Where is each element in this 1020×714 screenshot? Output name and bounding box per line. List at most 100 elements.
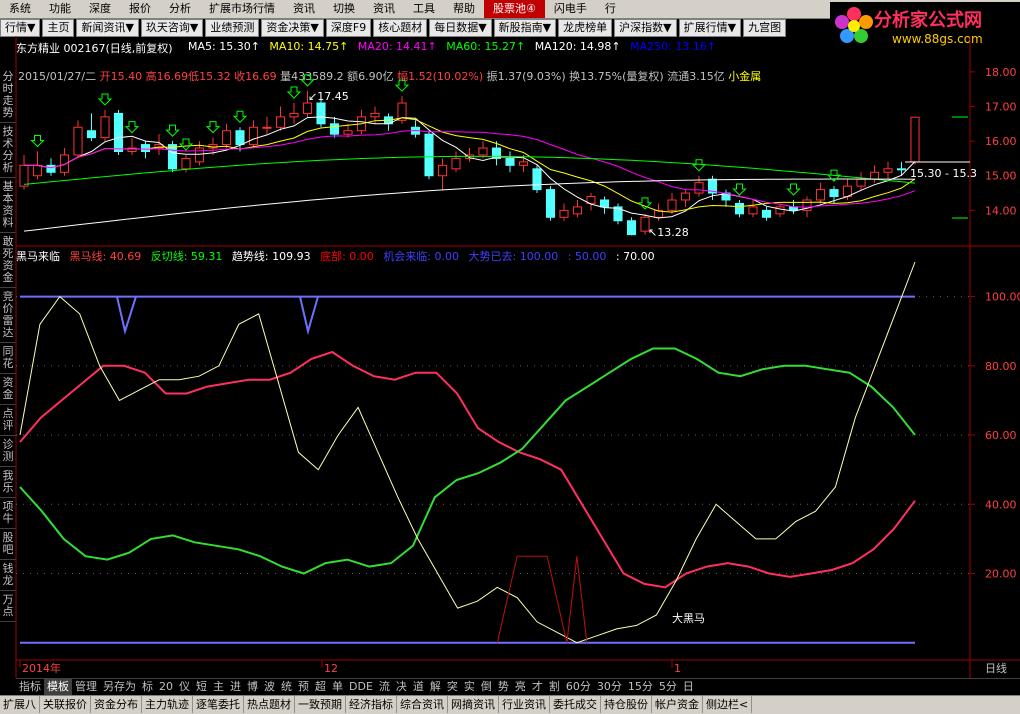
bottom-tab-21[interactable]: 突 <box>444 679 461 695</box>
bottom-tab-20[interactable]: 解 <box>427 679 444 695</box>
menu-item-12[interactable]: 闪电手 <box>545 0 596 18</box>
candle-body-40 <box>559 209 569 218</box>
status-tab-13[interactable]: 帐户资金 <box>652 696 703 713</box>
menu-item-9[interactable]: 工具 <box>404 0 444 18</box>
left-tab-4[interactable]: 竞价雷达 <box>0 288 16 343</box>
menu-item-1[interactable]: 功能 <box>40 0 80 18</box>
nav-button-3[interactable]: 玖天咨询▼ <box>140 19 204 37</box>
menu-item-5[interactable]: 扩展市场行情 <box>200 0 284 18</box>
left-tab-6[interactable]: 资金 <box>0 374 16 405</box>
bottom-tab-28[interactable]: 60分 <box>563 679 594 695</box>
left-tab-3[interactable]: 敢死资金 <box>0 233 16 288</box>
status-tab-5[interactable]: 热点题材 <box>244 696 295 713</box>
left-tab-7[interactable]: 点评 <box>0 405 16 436</box>
status-tab-11[interactable]: 委托成交 <box>550 696 601 713</box>
bottom-tab-5[interactable]: 20 <box>156 679 176 695</box>
nav-button-1[interactable]: 主页 <box>42 19 75 37</box>
nav-button-0[interactable]: 行情▼ <box>0 19 41 37</box>
bottom-tab-26[interactable]: 才 <box>529 679 546 695</box>
menu-item-0[interactable]: 系统 <box>0 0 40 18</box>
status-tab-8[interactable]: 综合资讯 <box>397 696 448 713</box>
bottom-tab-9[interactable]: 进 <box>227 679 244 695</box>
bottom-tab-14[interactable]: 超 <box>312 679 329 695</box>
menu-item-13[interactable]: 行 <box>596 0 625 18</box>
left-tab-12[interactable]: 钱龙 <box>0 560 16 591</box>
menu-item-10[interactable]: 帮助 <box>444 0 484 18</box>
status-tab-4[interactable]: 逐笔委托 <box>193 696 244 713</box>
menu-item-8[interactable]: 资讯 <box>364 0 404 18</box>
nav-button-5[interactable]: 资金决策▼ <box>261 19 324 37</box>
bottom-tab-31[interactable]: 5分 <box>656 679 680 695</box>
menu-item-6[interactable]: 资讯 <box>284 0 324 18</box>
bottom-tab-27[interactable]: 割 <box>546 679 563 695</box>
bottom-tab-13[interactable]: 预 <box>295 679 312 695</box>
nav-button-13[interactable]: 九宫图 <box>743 19 787 37</box>
status-tab-9[interactable]: 网摘资讯 <box>448 696 499 713</box>
candle-body-35 <box>491 147 502 159</box>
bottom-tab-2[interactable]: 管理 <box>72 679 100 695</box>
ma-legend-2: MA20: 14.41↑ <box>357 40 441 53</box>
bottom-tab-6[interactable]: 仪 <box>176 679 193 695</box>
bottom-tab-8[interactable]: 主 <box>210 679 227 695</box>
bottom-tab-16[interactable]: DDE <box>346 679 376 695</box>
bottom-tab-19[interactable]: 道 <box>410 679 427 695</box>
left-tab-2[interactable]: 基本资料 <box>0 178 16 233</box>
status-tab-6[interactable]: 一致预期 <box>295 696 346 713</box>
nav-button-9[interactable]: 新股指南▼ <box>493 19 557 37</box>
status-tab-7[interactable]: 经济指标 <box>346 696 397 713</box>
candle-body-13 <box>194 147 205 163</box>
bottom-tab-4[interactable]: 标 <box>139 679 156 695</box>
bottom-tab-0[interactable]: 指标 <box>16 679 44 695</box>
nav-button-12[interactable]: 扩展行情▼ <box>678 19 742 37</box>
left-tab-0[interactable]: 分时走势 <box>0 68 16 123</box>
left-tab-9[interactable]: 我乐 <box>0 467 16 498</box>
bottom-tab-1[interactable]: 模板 <box>44 679 72 695</box>
bottom-tab-11[interactable]: 波 <box>261 679 278 695</box>
status-tab-3[interactable]: 主力轨迹 <box>142 696 193 713</box>
nav-button-6[interactable]: 深度F9 <box>325 19 372 37</box>
bottom-tab-12[interactable]: 统 <box>278 679 295 695</box>
left-tab-5[interactable]: 同花 <box>0 343 16 374</box>
bottom-tab-30[interactable]: 15分 <box>625 679 656 695</box>
bottom-tab-22[interactable]: 实 <box>461 679 478 695</box>
status-tab-0[interactable]: 扩展八 <box>0 696 40 713</box>
nav-button-4[interactable]: 业绩预测 <box>205 19 260 37</box>
status-tab-2[interactable]: 资金分布 <box>91 696 142 713</box>
bottom-tab-17[interactable]: 流 <box>376 679 393 695</box>
nav-button-2[interactable]: 新闻资讯▼ <box>76 19 139 37</box>
indicator-name[interactable]: 黑马来临 <box>16 250 60 263</box>
quote-flow: 流通3.15亿 <box>667 70 725 83</box>
left-tab-1[interactable]: 技术分析 <box>0 123 16 178</box>
ind-axis-label-3: 40.00 <box>985 498 1017 511</box>
bottom-tab-7[interactable]: 短 <box>193 679 210 695</box>
bottom-tab-10[interactable]: 博 <box>244 679 261 695</box>
bottom-tab-15[interactable]: 单 <box>329 679 346 695</box>
candle-body-12 <box>181 157 191 170</box>
nav-button-8[interactable]: 每日数据▼ <box>429 19 492 37</box>
menu-item-4[interactable]: 分析 <box>160 0 200 18</box>
indicator-tab-bar: 指标 模板 管理 另存为标 20 仪短主进博波统预超单 DDE 流决道解突实倒势亮才割 60分 3… <box>16 678 1020 696</box>
left-tab-8[interactable]: 诊测 <box>0 436 16 467</box>
nav-button-10[interactable]: 龙虎榜单 <box>558 19 613 37</box>
status-tab-14[interactable]: 侧边栏< <box>703 696 753 713</box>
bottom-tab-29[interactable]: 30分 <box>594 679 625 695</box>
nav-button-7[interactable]: 核心题材 <box>373 19 428 37</box>
bottom-tab-32[interactable]: 日 <box>680 679 697 695</box>
bottom-tab-24[interactable]: 势 <box>495 679 512 695</box>
status-tab-10[interactable]: 行业资讯 <box>499 696 550 713</box>
menu-item-11[interactable]: 股票池④ <box>484 0 545 18</box>
bottom-tab-23[interactable]: 倒 <box>478 679 495 695</box>
status-tab-1[interactable]: 关联报价 <box>40 696 91 713</box>
ind-axis-label-0: 100.00 <box>985 291 1020 304</box>
nav-button-11[interactable]: 沪深指数▼ <box>614 19 677 37</box>
left-tab-11[interactable]: 股吧 <box>0 529 16 560</box>
status-tab-12[interactable]: 持仓股份 <box>601 696 652 713</box>
bottom-tab-18[interactable]: 决 <box>393 679 410 695</box>
menu-item-3[interactable]: 报价 <box>120 0 160 18</box>
left-tab-13[interactable]: 万点 <box>0 591 16 622</box>
left-tab-10[interactable]: 项牛 <box>0 498 16 529</box>
menu-item-2[interactable]: 深度 <box>80 0 120 18</box>
bottom-tab-3[interactable]: 另存为 <box>100 679 139 695</box>
menu-item-7[interactable]: 切换 <box>324 0 364 18</box>
bottom-tab-25[interactable]: 亮 <box>512 679 529 695</box>
